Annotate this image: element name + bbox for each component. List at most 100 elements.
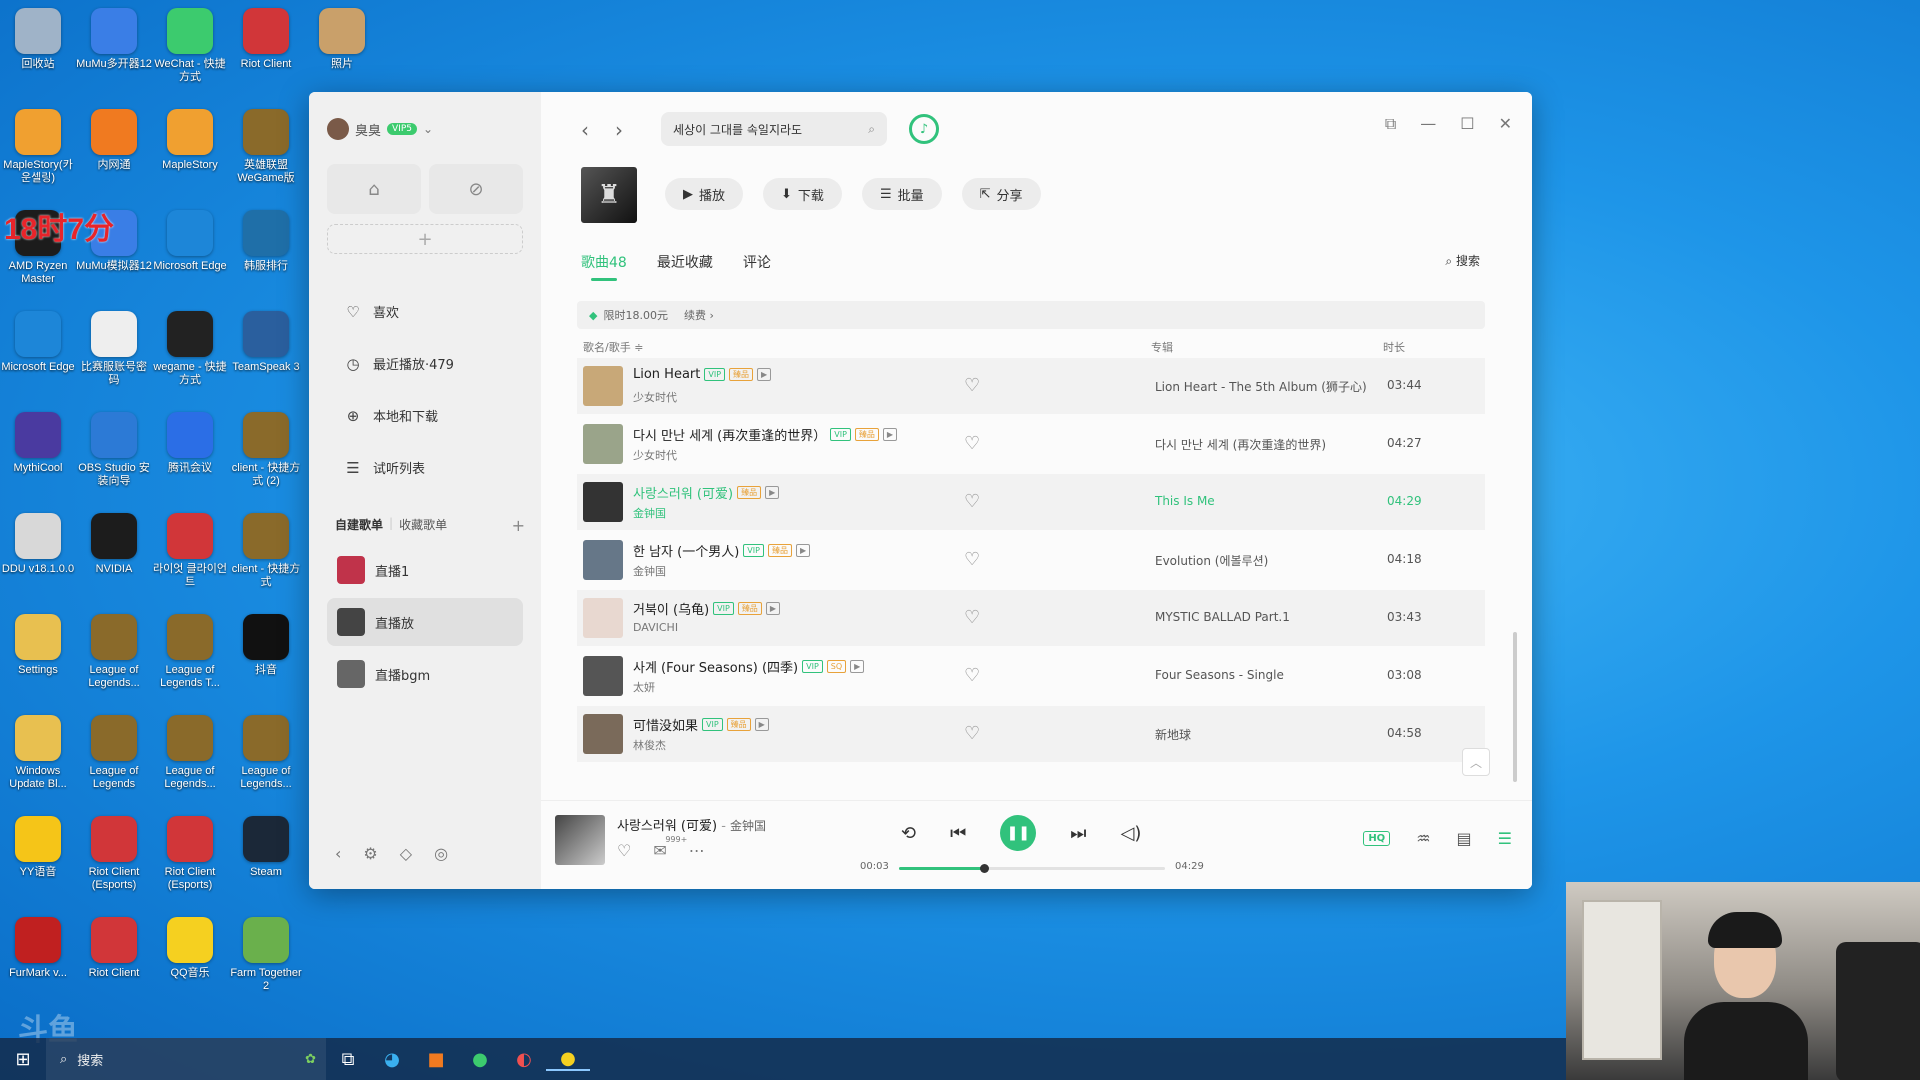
- volume-icon[interactable]: ◁): [1121, 823, 1142, 844]
- download-button[interactable]: ⬇ 下载: [763, 178, 842, 210]
- equalizer-icon[interactable]: ♒: [1416, 829, 1430, 848]
- song-artist[interactable]: 少女时代: [633, 447, 677, 463]
- song-artist[interactable]: DAVICHI: [633, 621, 678, 634]
- desktop-icon[interactable]: Riot Client: [76, 911, 152, 1007]
- desktop-icon[interactable]: MapleStory: [152, 103, 228, 199]
- gamepad-icon[interactable]: ◎: [434, 844, 448, 863]
- desktop-icon[interactable]: MapleStory(카운셀링): [0, 103, 76, 199]
- vip-promo-bar[interactable]: ◆ 限时18.00元 续费 ›: [577, 301, 1485, 329]
- song-artist[interactable]: 金钟国: [633, 563, 666, 579]
- desktop-icon[interactable]: OBS Studio 安装向导: [76, 406, 152, 502]
- mini-mode-icon[interactable]: ⧉: [1385, 114, 1396, 134]
- desktop-icon[interactable]: MythiCool: [0, 406, 76, 502]
- mv-icon[interactable]: ▶: [850, 660, 865, 673]
- back-circle-icon[interactable]: ‹: [335, 844, 341, 863]
- search-icon[interactable]: ⌕: [868, 122, 875, 137]
- now-playing-cover[interactable]: [555, 815, 605, 865]
- tab-comments[interactable]: 评论: [743, 252, 771, 272]
- desktop-icon[interactable]: 照片: [304, 2, 380, 98]
- song-row[interactable]: 可惜没如果 VIP 臻品 ▶ 林俊杰 ♡ 新地球 04:58: [577, 706, 1485, 762]
- sidebar-nav-item[interactable]: ⊕ 本地和下载: [343, 406, 438, 426]
- batch-button[interactable]: ☰ 批量: [861, 178, 942, 210]
- song-row[interactable]: 사랑스러워 (可爱) 臻品 ▶ 金钟国 ♡ This Is Me 04:29: [577, 474, 1485, 530]
- desktop-icon[interactable]: League of Legends...: [76, 608, 152, 704]
- song-row[interactable]: 다시 만난 세계 (再次重逢的世界） VIP 臻品 ▶ 少女时代 ♡ 다시 만난 세계 (再…: [577, 416, 1485, 472]
- heart-icon[interactable]: ♡: [964, 549, 980, 570]
- desktop-icon[interactable]: 라이엇 클라이언트: [152, 507, 228, 603]
- share-button[interactable]: ⇱ 分享: [961, 178, 1041, 210]
- progress-knob[interactable]: [980, 864, 990, 873]
- song-artist[interactable]: 林俊杰: [633, 737, 666, 753]
- desktop-icon[interactable]: QQ音乐: [152, 911, 228, 1007]
- qq-music-taskbar-icon[interactable]: ●: [546, 1048, 590, 1071]
- desktop-icon[interactable]: 比赛服账号密码: [76, 305, 152, 401]
- song-title[interactable]: 거북이 (乌龟): [633, 599, 709, 618]
- settings-icon[interactable]: ⚙: [363, 844, 377, 863]
- song-title[interactable]: Lion Heart: [633, 367, 700, 382]
- desktop-icon[interactable]: Microsoft Edge: [152, 204, 228, 300]
- desktop-icon[interactable]: client - 快捷方式: [228, 507, 304, 603]
- desktop-icon[interactable]: League of Legends T...: [152, 608, 228, 704]
- playlist-item[interactable]: 直播1: [327, 546, 523, 594]
- tab-recent-collections[interactable]: 最近收藏: [657, 252, 713, 272]
- taskbar-search-input[interactable]: 搜索: [77, 1050, 103, 1069]
- edge-icon[interactable]: ◕: [370, 1049, 414, 1070]
- desktop-icon[interactable]: 腾讯会议: [152, 406, 228, 502]
- desktop-icon[interactable]: Settings: [0, 608, 76, 704]
- song-artist[interactable]: 太妍: [633, 679, 655, 695]
- windows-start-icon[interactable]: ⊞: [0, 1049, 46, 1070]
- minimize-icon[interactable]: —: [1420, 114, 1436, 134]
- song-album[interactable]: Evolution (에볼루션): [1155, 552, 1268, 569]
- tab-songs[interactable]: 歌曲48: [581, 252, 627, 281]
- song-album[interactable]: Four Seasons - Single: [1155, 668, 1284, 682]
- song-album[interactable]: Lion Heart - The 5th Album (狮子心): [1155, 378, 1367, 395]
- song-album[interactable]: This Is Me: [1155, 494, 1215, 508]
- heart-icon[interactable]: ♡: [964, 375, 980, 396]
- renew-link[interactable]: 续费 ›: [684, 307, 714, 323]
- like-icon[interactable]: ♡: [617, 841, 631, 860]
- song-row[interactable]: 사계 (Four Seasons) (四季) VIP SQ ▶ 太妍 ♡ Four Seas…: [577, 648, 1485, 704]
- song-album[interactable]: MYSTIC BALLAD Part.1: [1155, 610, 1290, 624]
- sidebar-nav-item[interactable]: ◷ 最近播放·479: [343, 354, 454, 374]
- desktop-icon[interactable]: Farm Together 2: [228, 911, 304, 1007]
- desktop-icon[interactable]: 抖音: [228, 608, 304, 704]
- wechat-icon[interactable]: ●: [458, 1049, 502, 1070]
- heart-icon[interactable]: ♡: [964, 665, 980, 686]
- playlist-item[interactable]: 直播放: [327, 598, 523, 646]
- quality-button[interactable]: HQ: [1363, 831, 1391, 846]
- desktop-icon[interactable]: 回收站: [0, 2, 76, 98]
- back-arrow-icon[interactable]: ‹: [581, 118, 589, 142]
- repeat-icon[interactable]: ⟲: [901, 823, 916, 844]
- comment-icon[interactable]: ✉ 999+: [653, 835, 687, 860]
- progress-bar[interactable]: [899, 864, 1165, 873]
- song-album[interactable]: 다시 만난 세계 (再次重逢的世界): [1155, 436, 1326, 453]
- desktop-icon[interactable]: WeChat - 快捷方式: [152, 2, 228, 98]
- tab-collected-playlists[interactable]: 收藏歌单: [399, 516, 447, 535]
- home-button[interactable]: ⌂: [327, 164, 421, 214]
- tab-created-playlists[interactable]: 自建歌单: [335, 516, 383, 535]
- play-all-button[interactable]: ▶ 播放: [665, 178, 744, 210]
- now-playing-title[interactable]: 사랑스러워 (可爱): [617, 819, 717, 834]
- forward-arrow-icon[interactable]: ›: [615, 118, 623, 142]
- mv-icon[interactable]: ▶: [757, 368, 772, 381]
- explore-button[interactable]: ⊘: [429, 164, 523, 214]
- song-row[interactable]: 거북이 (乌龟) VIP 臻品 ▶ DAVICHI ♡ MYSTIC BALLAD Part…: [577, 590, 1485, 646]
- desktop-icon[interactable]: Riot Client (Esports): [152, 810, 228, 906]
- scrollbar[interactable]: [1513, 632, 1517, 782]
- desktop-icon[interactable]: wegame - 快捷方式: [152, 305, 228, 401]
- desktop-icon[interactable]: DDU v18.1.0.0: [0, 507, 76, 603]
- avatar[interactable]: [327, 118, 349, 140]
- task-view-icon[interactable]: ⧉: [326, 1049, 370, 1070]
- desktop-icon[interactable]: client - 快捷方式 (2): [228, 406, 304, 502]
- lyrics-icon[interactable]: ▤: [1457, 829, 1472, 848]
- plus-icon[interactable]: +: [512, 516, 525, 535]
- song-title[interactable]: 사랑스러워 (可爱): [633, 483, 733, 502]
- intranet-app-icon[interactable]: ■: [414, 1049, 458, 1070]
- song-row[interactable]: 한 남자 (一个男人) VIP 臻品 ▶ 金钟国 ♡ Evolution (에볼루션) 04:…: [577, 532, 1485, 588]
- scroll-to-top-button[interactable]: ︿: [1462, 748, 1490, 776]
- desktop-icon[interactable]: YY语音: [0, 810, 76, 906]
- desktop-icon[interactable]: TeamSpeak 3: [228, 305, 304, 401]
- desktop-icon[interactable]: Riot Client: [228, 2, 304, 98]
- heart-icon[interactable]: ♡: [964, 607, 980, 628]
- desktop-icon[interactable]: Steam: [228, 810, 304, 906]
